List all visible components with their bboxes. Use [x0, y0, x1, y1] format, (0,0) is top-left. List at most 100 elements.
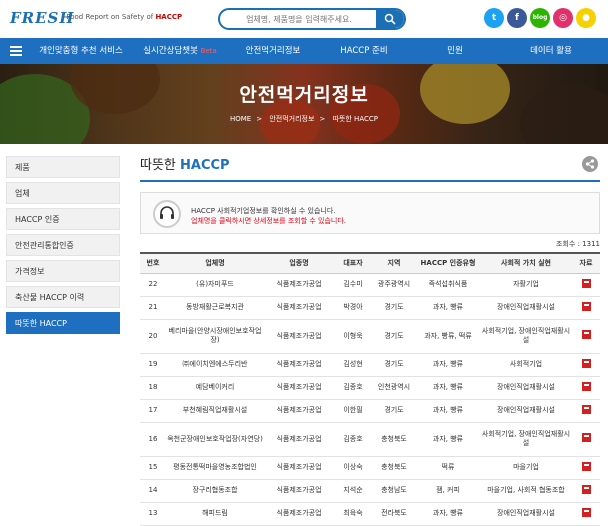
download-cell — [572, 502, 600, 526]
pdf-icon[interactable] — [581, 404, 591, 414]
row-number: 19 — [140, 353, 166, 377]
main-nav: 개인맞춤형 추천 서비스 실시간상담챗봇 Beta 안전먹거리정보 HACCP … — [0, 38, 608, 64]
row-number: 20 — [140, 319, 166, 354]
share-icon — [585, 159, 595, 169]
nav-item-data[interactable]: 데이터 활용 — [500, 38, 602, 64]
industry-name: 식품제조가공업 — [264, 456, 334, 480]
nav-item-label: 안전먹거리정보 — [245, 46, 301, 56]
table-row: 13 해피드림 식품제조가공업 최육숙 전라북도 과자, 빵류 장애인직업재활시설 — [140, 502, 600, 526]
blog-icon: blog — [532, 14, 548, 21]
haccp-type: 과자, 빵류 — [416, 422, 480, 457]
sidebar-item-label: 따뜻한 HACCP — [15, 319, 67, 328]
row-number: 22 — [140, 273, 166, 297]
company-name-link[interactable]: 베리마을(안양시장애인보호작업장) — [166, 319, 264, 354]
nav-item-label: 실시간상담챗봇 — [143, 46, 198, 56]
sidebar-item-label: 업체 — [15, 189, 30, 198]
region-name: 광주광역시 — [372, 273, 416, 297]
menu-bar — [10, 50, 22, 52]
search-input[interactable] — [220, 10, 378, 28]
pdf-icon[interactable] — [581, 381, 591, 391]
company-name-link[interactable]: 평동전통떡마을영농조합법인 — [166, 456, 264, 480]
social-value: 사회적기업, 장애인직업재활시설 — [480, 319, 572, 354]
search-button[interactable] — [376, 10, 404, 28]
menu-button[interactable] — [8, 44, 24, 58]
company-name-link[interactable]: 예담베이커리 — [166, 376, 264, 400]
company-name-link[interactable]: 해피드림 — [166, 502, 264, 526]
sidebar-item-label: 가격정보 — [15, 267, 45, 276]
company-name-link[interactable]: 동방재활근로복지관 — [166, 296, 264, 320]
company-name-link[interactable]: (유)자미푸드 — [166, 273, 264, 297]
industry-name: 식품제조가공업 — [264, 273, 334, 297]
sidebar-item-integrated-cert[interactable]: 안전관리통합인증 — [6, 234, 120, 256]
pdf-icon[interactable] — [581, 461, 591, 471]
ceo-name: 김종호 — [334, 422, 372, 457]
company-name-link[interactable]: 부천혜림직업재활시설 — [166, 399, 264, 423]
sidebar: 제품 업체 HACCP 인증 안전관리통합인증 가격정보 축산물 HACCP 이… — [6, 156, 120, 338]
haccp-type: 과자, 빵류 — [416, 376, 480, 400]
page-title: 따뜻한 HACCP — [140, 154, 230, 173]
breadcrumb-home[interactable]: HOME — [230, 115, 251, 123]
nav-item-complaint[interactable]: 민원 — [410, 38, 500, 64]
share-button[interactable] — [582, 156, 598, 172]
table-row: 21 동방재활근로복지관 식품제조가공업 박경아 경기도 과자, 빵류 장애인직업재활시설 — [140, 296, 600, 320]
search-box — [218, 8, 406, 30]
notice-hint: 업체명을 클릭하시면 상세정보를 조회할 수 있습니다. — [191, 217, 347, 225]
sidebar-item-label: 제품 — [15, 163, 30, 172]
download-cell — [572, 399, 600, 423]
nav-item-label: 개인맞춤형 추천 서비스 — [39, 46, 123, 56]
row-number: 18 — [140, 376, 166, 400]
pdf-icon[interactable] — [581, 358, 591, 368]
sidebar-item-company[interactable]: 업체 — [6, 182, 120, 204]
social-value: 사회적기업, 장애인직업재활시설 — [480, 422, 572, 457]
column-header: 대표자 — [334, 253, 372, 274]
industry-name: 식품제조가공업 — [264, 502, 334, 526]
breadcrumb-section[interactable]: 안전먹거리정보 — [269, 115, 314, 123]
twitter-button[interactable]: t — [484, 8, 504, 28]
ceo-name: 최육숙 — [334, 502, 372, 526]
nav-item-chatbot[interactable]: 실시간상담챗봇 Beta — [132, 38, 228, 64]
page-title-prefix: 따뜻한 — [140, 158, 176, 173]
row-number: 13 — [140, 502, 166, 526]
facebook-button[interactable]: f — [507, 8, 527, 28]
sidebar-item-label: HACCP 인증 — [15, 215, 60, 224]
sidebar-item-livestock-history[interactable]: 축산물 HACCP 이력 — [6, 286, 120, 308]
nav-item-safe-food[interactable]: 안전먹거리정보 — [228, 38, 318, 64]
kakao-icon: ● — [582, 13, 590, 23]
pdf-icon[interactable] — [581, 484, 591, 494]
column-header: 자료 — [572, 253, 600, 274]
download-cell — [572, 422, 600, 457]
company-name-link[interactable]: ㈜에이치엔에스두리반 — [166, 353, 264, 377]
haccp-type: 떡류 — [416, 456, 480, 480]
sidebar-item-haccp-cert[interactable]: HACCP 인증 — [6, 208, 120, 230]
company-table: 번호 업체명 업종명 대표자 지역 HACCP 인증유형 사회적 가치 실현 자… — [140, 252, 600, 526]
pdf-icon[interactable] — [581, 301, 591, 311]
nav-item-haccp-prep[interactable]: HACCP 준비 — [318, 38, 410, 64]
column-header: HACCP 인증유형 — [416, 253, 480, 274]
sidebar-item-warm-haccp[interactable]: 따뜻한 HACCP — [6, 312, 120, 334]
haccp-type: 과자, 빵류, 떡류 — [416, 319, 480, 354]
social-value: 장애인직업재활시설 — [480, 376, 572, 400]
ceo-name: 이상숙 — [334, 456, 372, 480]
instagram-button[interactable]: ◎ — [553, 8, 573, 28]
company-name-link[interactable]: 옥천군장애인보호작업장(자연당) — [166, 422, 264, 457]
ceo-name: 김종호 — [334, 376, 372, 400]
site-header: FRESH · Food Report on Safety of HACCP t… — [0, 0, 608, 38]
nav-item-recommend[interactable]: 개인맞춤형 추천 서비스 — [30, 38, 132, 64]
title-divider — [140, 180, 600, 182]
pdf-icon[interactable] — [581, 278, 591, 288]
pdf-icon[interactable] — [581, 507, 591, 517]
haccp-type: 과자, 빵류 — [416, 399, 480, 423]
blog-button[interactable]: blog — [530, 8, 550, 28]
tagline-text: · Food Report on Safety of — [62, 13, 156, 21]
breadcrumb: HOME > 안전먹거리정보 > 따뜻한 HACCP — [229, 115, 378, 123]
pdf-icon[interactable] — [581, 433, 591, 442]
sidebar-item-price[interactable]: 가격정보 — [6, 260, 120, 282]
region-name: 충청북도 — [372, 456, 416, 480]
twitter-icon: t — [491, 13, 497, 23]
pdf-icon[interactable] — [581, 330, 591, 339]
region-name: 전라북도 — [372, 502, 416, 526]
kakao-button[interactable]: ● — [576, 8, 596, 28]
breadcrumb-current: 따뜻한 HACCP — [332, 115, 378, 123]
download-cell — [572, 353, 600, 377]
sidebar-item-product[interactable]: 제품 — [6, 156, 120, 178]
